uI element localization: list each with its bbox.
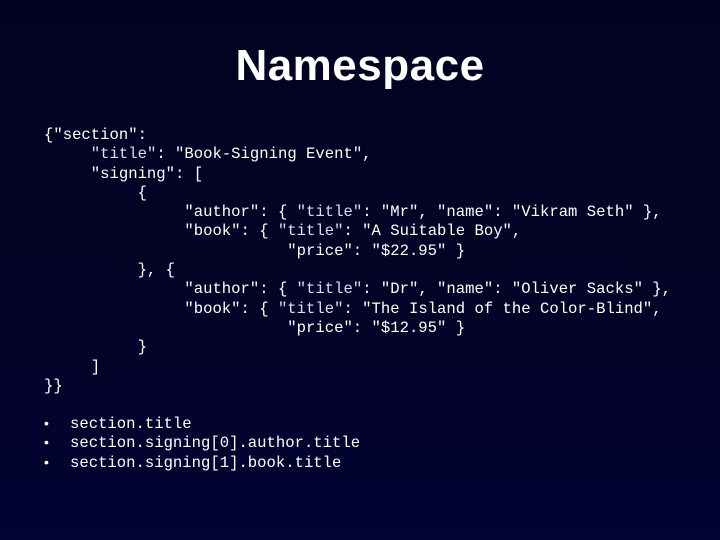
title-key: "title"	[277, 222, 344, 241]
slide-title: Namespace	[235, 41, 485, 90]
code-text: }	[44, 338, 147, 357]
bullet-icon: •	[44, 415, 49, 431]
code-text: "book": {	[44, 299, 278, 318]
code-line: {"section":	[44, 126, 671, 145]
code-line: "price": "$22.95" }	[44, 242, 671, 261]
code-text: ]	[44, 357, 101, 376]
bullet-item: • section.signing[1].book.title	[44, 453, 360, 472]
title-key: "title"	[90, 145, 157, 164]
json-code-block: {"section": "title": "Book-Signing Event…	[44, 126, 671, 396]
code-line: }, {	[44, 261, 671, 280]
code-line: "author": { "title": "Mr", "name": "Vikr…	[44, 203, 671, 222]
code-text: : "A Suitable Boy",	[343, 222, 522, 241]
code-text: {	[44, 183, 147, 202]
bullet-item: • section.title	[44, 414, 360, 433]
code-line: }	[44, 338, 671, 357]
code-line: "book": { "title": "The Island of the Co…	[44, 300, 671, 319]
code-text: "signing": [	[44, 164, 204, 183]
code-line: ]	[44, 358, 671, 377]
code-text: : "Mr", "name": "Vikram Seth" },	[362, 203, 662, 222]
code-text: "price": "$12.95" }	[44, 318, 466, 337]
code-line: "price": "$12.95" }	[44, 319, 671, 338]
bullet-text: section.signing[1].book.title	[70, 453, 342, 472]
code-line: {	[44, 184, 671, 203]
code-line: "signing": [	[44, 165, 671, 184]
bullet-icon: •	[44, 453, 49, 470]
code-text: }}	[44, 376, 63, 395]
bullet-text: section.title	[70, 415, 192, 433]
code-line: "book": { "title": "A Suitable Boy",	[44, 222, 671, 241]
code-text: "book": {	[44, 222, 278, 241]
bullet-list: • section.title • section.signing[0].aut…	[44, 414, 360, 472]
bullet-icon: •	[44, 434, 49, 451]
code-line: "title": "Book-Signing Event",	[44, 145, 671, 164]
bullet-text: section.signing[0].author.title	[70, 434, 361, 453]
code-text: "author": {	[44, 203, 297, 222]
code-text: {"section":	[44, 126, 147, 144]
code-line: "author": { "title": "Dr", "name": "Oliv…	[44, 280, 671, 299]
code-text: : "Dr", "name": "Oliver Sacks" },	[362, 280, 671, 299]
code-line: }}	[44, 377, 671, 396]
title-key: "title"	[277, 299, 344, 318]
title-key: "title"	[296, 203, 363, 222]
bullet-item: • section.signing[0].author.title	[44, 433, 360, 452]
code-text: }, {	[44, 261, 176, 280]
code-text: : "Book-Signing Event",	[156, 145, 372, 164]
code-text: "author": {	[44, 280, 297, 299]
code-text: "price": "$22.95" }	[44, 241, 466, 260]
title-key: "title"	[296, 280, 363, 299]
code-text: : "The Island of the Color-Blind",	[343, 299, 662, 318]
